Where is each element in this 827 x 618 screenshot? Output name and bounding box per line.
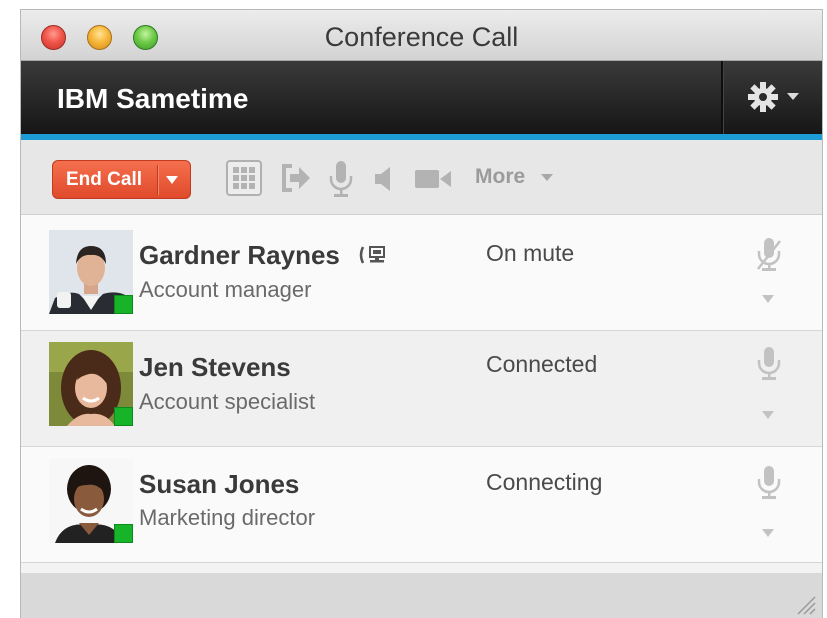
participant-name: Jen Stevens (139, 352, 291, 382)
participant-role: Marketing director (139, 505, 316, 530)
transfer-icon[interactable] (279, 160, 311, 196)
participant-status: Connected (486, 351, 598, 377)
chevron-down-icon[interactable] (762, 529, 774, 537)
dialpad-icon[interactable] (226, 160, 262, 196)
participant-name: Gardner Raynes (139, 240, 340, 270)
avatar (49, 230, 133, 314)
participant-status: Connecting (486, 469, 603, 495)
more-menu-button[interactable]: More (475, 165, 525, 189)
avatar (49, 342, 133, 426)
chevron-down-icon[interactable] (541, 174, 553, 181)
end-call-label: End Call (66, 169, 143, 190)
window-title: Conference Call (324, 22, 519, 52)
resize-grip-icon[interactable] (794, 593, 816, 615)
title-bar[interactable]: Conference Call (21, 10, 822, 61)
app-header: IBM Sametime (21, 61, 822, 134)
presence-indicator (114, 524, 133, 543)
header-divider (721, 61, 724, 134)
list-item[interactable]: Susan Jones Marketing director Connectin… (21, 447, 822, 563)
gear-icon (748, 82, 778, 112)
participant-name: Susan Jones (139, 469, 300, 499)
microphone-icon[interactable] (756, 465, 782, 501)
chevron-down-icon (787, 93, 799, 100)
microphone-muted-icon[interactable] (756, 237, 782, 273)
participant-role: Account manager (139, 277, 312, 302)
app-name: IBM Sametime (57, 83, 249, 114)
microphone-icon[interactable] (756, 346, 782, 382)
end-call-divider (157, 165, 159, 195)
avatar (49, 459, 133, 543)
settings-menu-button[interactable] (743, 79, 803, 115)
list-item[interactable]: Jen Stevens Account specialist Connected (21, 331, 822, 447)
window-footer (21, 573, 822, 618)
microphone-icon[interactable] (328, 160, 354, 200)
list-item[interactable]: Gardner Raynes Account manager On mute (21, 215, 822, 331)
end-call-dropdown-icon[interactable] (166, 176, 178, 184)
participant-status: On mute (486, 240, 575, 266)
end-call-button[interactable]: End Call (52, 160, 191, 199)
participant-role: Account specialist (139, 389, 316, 414)
presence-indicator (114, 407, 133, 426)
desk-phone-icon (359, 246, 385, 264)
chevron-down-icon[interactable] (762, 295, 774, 303)
chevron-down-icon[interactable] (762, 411, 774, 419)
video-camera-icon[interactable] (414, 168, 452, 190)
conference-call-window: Conference Call IBM Sametime End Call Mo… (20, 9, 823, 618)
call-toolbar: End Call More (21, 140, 822, 215)
presence-indicator (114, 295, 133, 314)
speaker-icon[interactable] (373, 166, 393, 192)
